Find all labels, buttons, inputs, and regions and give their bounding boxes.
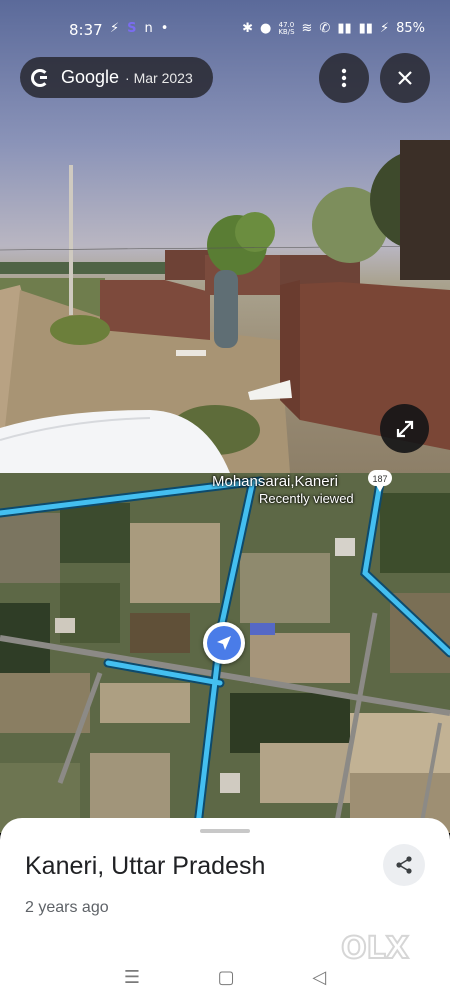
system-navigation-bar: ☰ ▢ ◁ (0, 955, 450, 1000)
navigation-arrow-icon (217, 636, 231, 650)
imagery-source-chip[interactable]: Google · Mar 2023 (20, 57, 213, 98)
network-speed-unit: KB/S (278, 27, 295, 36)
more-options-button[interactable] (319, 53, 369, 103)
wifi-icon: ≋ (301, 21, 313, 36)
status-time: 8:37 (69, 21, 103, 39)
map-pin-icon[interactable]: 187 (367, 469, 393, 493)
imagery-age: 2 years ago (25, 899, 109, 916)
home-icon[interactable]: ▢ (218, 967, 235, 988)
network-speed: 47.0 KB/S (278, 21, 295, 36)
map-place-label[interactable]: Mohansarai,Kaneri (212, 473, 338, 490)
recent-apps-icon[interactable]: ☰ (124, 967, 140, 988)
street-view-position-marker[interactable] (203, 622, 245, 664)
signal-icon: ▮▮ (337, 21, 352, 36)
charging-icon: ⚡ (379, 21, 390, 36)
battery-level: 85% (396, 21, 425, 36)
sheet-drag-handle[interactable] (200, 829, 250, 833)
notification-icons: ⚡ S n • (110, 21, 168, 36)
status-bar: 8:37 ⚡ S n • ✱ ● 47.0 KB/S ≋ ✆ ▮▮ ▮▮ ⚡ 8… (0, 0, 450, 58)
signal-2-icon: ▮▮ (358, 21, 373, 36)
more-vert-icon (341, 68, 347, 88)
expand-button[interactable] (380, 404, 429, 453)
bluetooth-icon: ✱ (242, 21, 253, 36)
app-n-icon: n (144, 21, 153, 36)
close-icon (398, 71, 412, 85)
share-button[interactable] (383, 844, 425, 886)
system-icons: ✱ ● 47.0 KB/S ≋ ✆ ▮▮ ▮▮ ⚡ 85% (242, 21, 425, 36)
dot-icon: • (160, 21, 169, 36)
share-icon (396, 856, 412, 874)
place-title: Kaneri, Uttar Pradesh (25, 852, 266, 880)
imagery-source: Google (61, 67, 120, 87)
nav-arrow-background (207, 626, 241, 660)
expand-icon (396, 420, 413, 437)
recently-viewed-label: Recently viewed (259, 491, 354, 506)
imagery-date: · Mar 2023 (125, 69, 193, 86)
bolt-icon: ⚡ (110, 21, 120, 36)
back-icon[interactable]: ◁ (312, 967, 326, 988)
map-badge-text: 187 (372, 474, 387, 484)
app-s-icon: S (127, 21, 137, 36)
call-icon: ✆ (319, 21, 331, 36)
google-g-icon (31, 68, 49, 87)
location-icon: ● (259, 21, 272, 36)
close-button[interactable] (380, 53, 430, 103)
